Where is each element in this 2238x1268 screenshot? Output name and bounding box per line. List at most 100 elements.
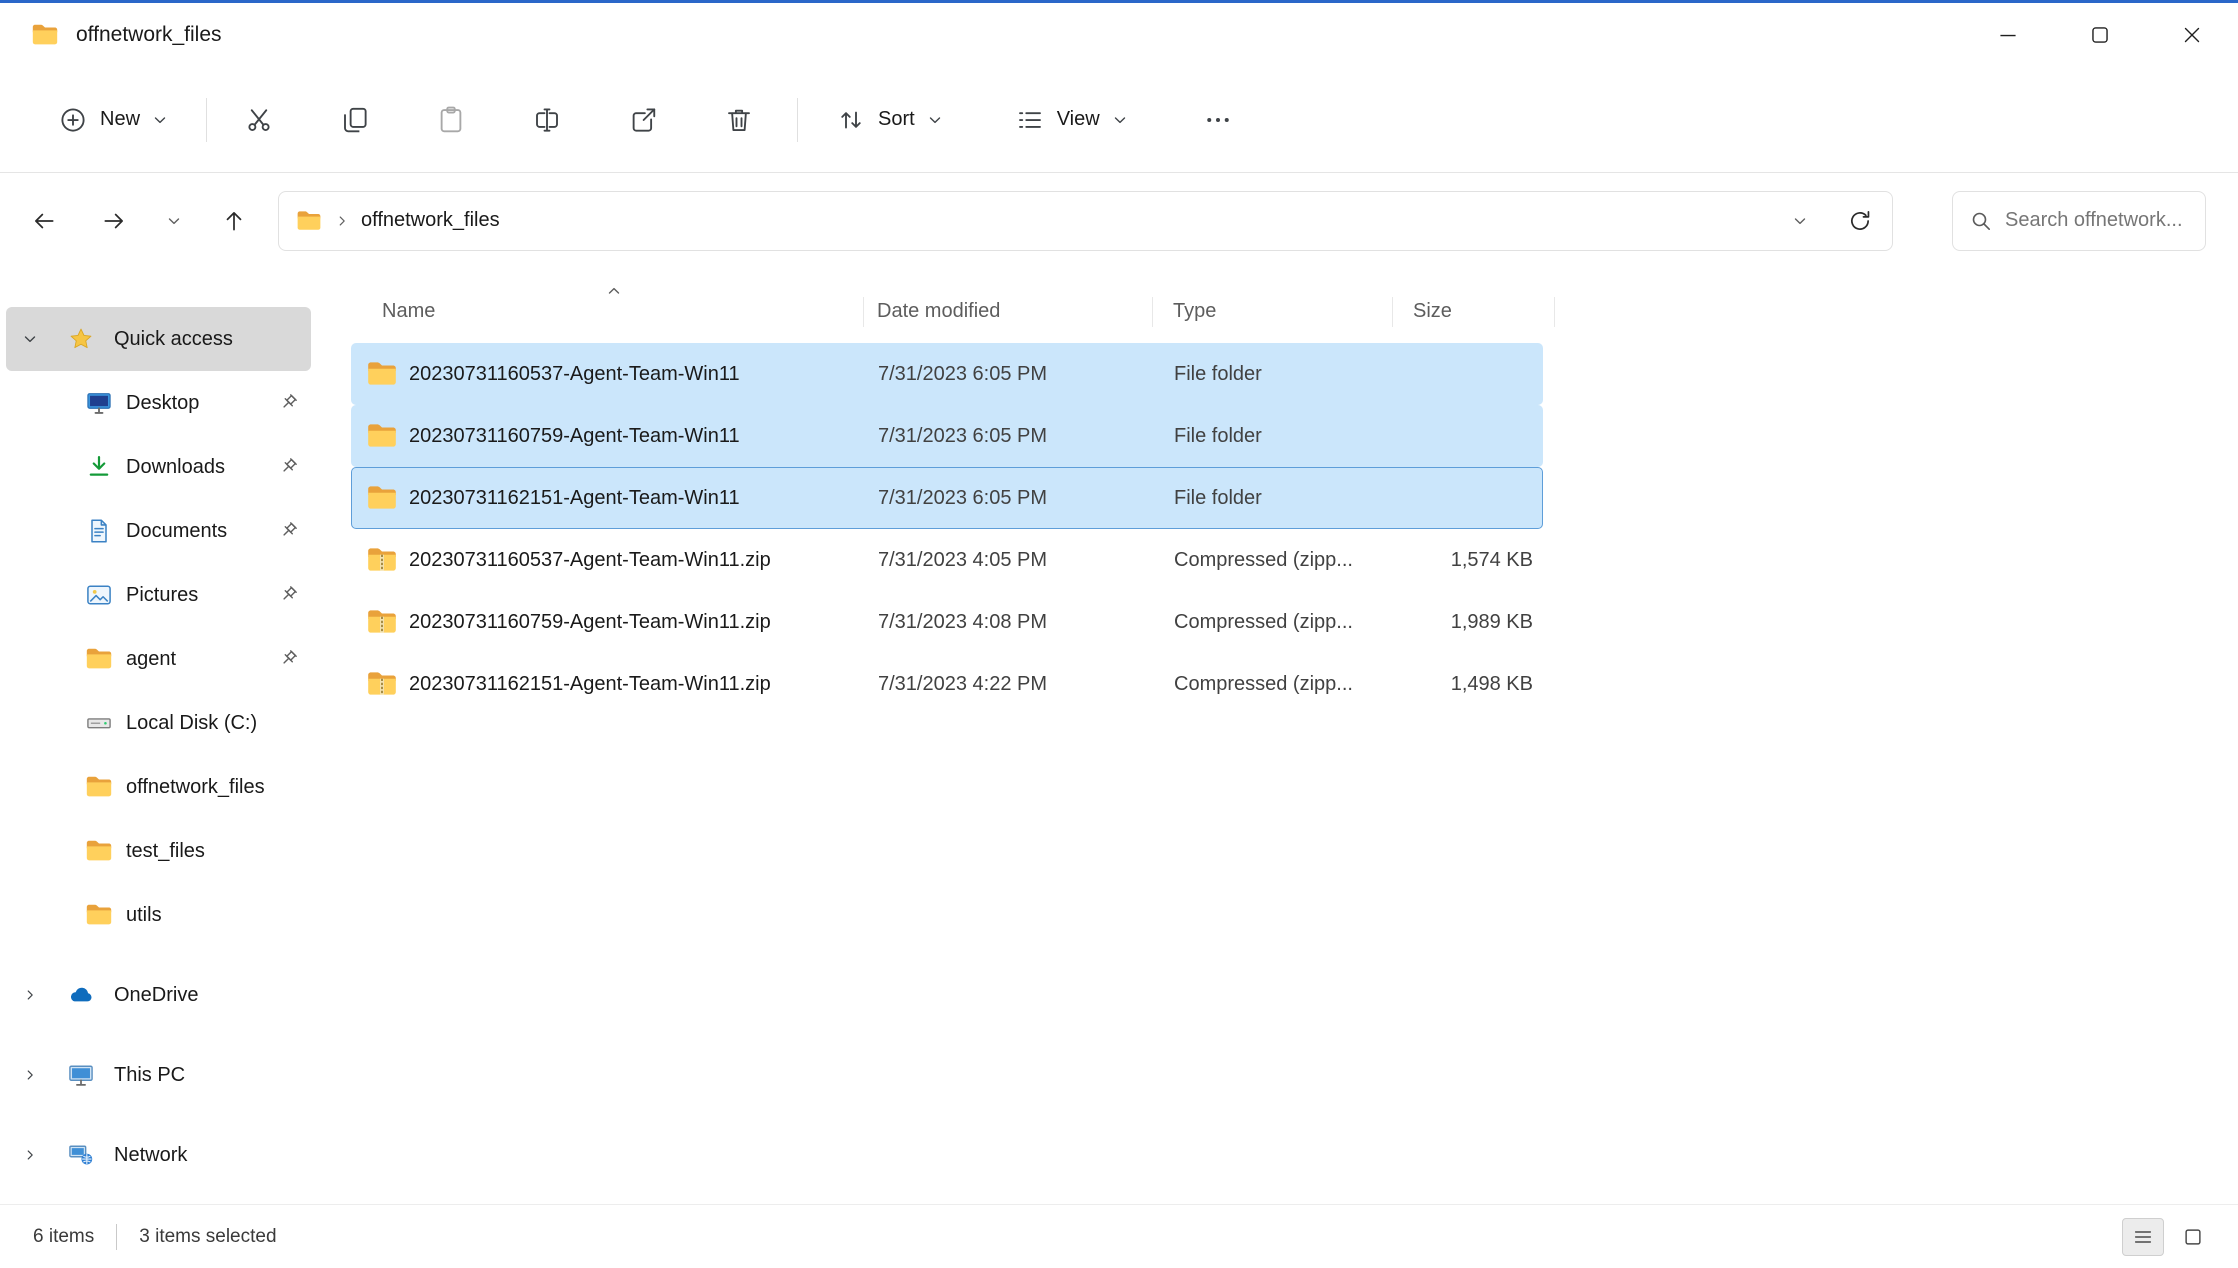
file-date: 7/31/2023 6:05 PM: [864, 425, 1153, 448]
large-icons-view-button[interactable]: [2172, 1218, 2214, 1256]
maximize-button[interactable]: [2054, 3, 2146, 67]
search-box[interactable]: [1952, 191, 2206, 251]
refresh-icon: [1847, 208, 1873, 234]
sidebar-item-label: test_files: [126, 840, 205, 863]
folder-icon: [365, 481, 399, 515]
sidebar-item-label: Local Disk (C:): [126, 712, 257, 735]
file-rows: 20230731160537-Agent-Team-Win11 7/31/202…: [317, 343, 2238, 715]
file-type: File folder: [1153, 487, 1393, 510]
cut-button[interactable]: [227, 90, 291, 150]
view-button-label: View: [1057, 108, 1100, 131]
chevron-right-icon[interactable]: [20, 1148, 40, 1162]
details-view-button[interactable]: [2122, 1218, 2164, 1256]
up-button[interactable]: [206, 193, 262, 249]
sidebar-item-test-files[interactable]: test_files: [6, 819, 311, 883]
file-date: 7/31/2023 4:22 PM: [864, 673, 1153, 696]
sort-button[interactable]: Sort: [818, 90, 961, 150]
titlebar: offnetwork_files: [0, 3, 2238, 67]
search-icon: [1969, 209, 1993, 233]
sidebar-item-label: Quick access: [114, 328, 233, 351]
file-list: Name Date modified Type Size 20230731160…: [317, 267, 2238, 1204]
search-input[interactable]: [2005, 209, 2193, 232]
file-type: Compressed (zipp...: [1153, 549, 1393, 572]
paste-button[interactable]: [419, 90, 483, 150]
sidebar-item-desktop[interactable]: Desktop: [6, 371, 311, 435]
new-button[interactable]: New: [40, 90, 186, 150]
rename-button[interactable]: [515, 90, 579, 150]
sidebar-item-agent[interactable]: agent: [6, 627, 311, 691]
file-row[interactable]: 20230731162151-Agent-Team-Win11 7/31/202…: [351, 467, 1543, 529]
column-header-type[interactable]: Type: [1152, 300, 1392, 323]
clipboard-tools: [227, 90, 771, 150]
column-header-name[interactable]: Name: [351, 300, 863, 323]
sidebar-item-pictures[interactable]: Pictures: [6, 563, 311, 627]
view-button[interactable]: View: [997, 90, 1146, 150]
sidebar-item-documents[interactable]: Documents: [6, 499, 311, 563]
new-plus-icon: [58, 105, 88, 135]
file-name: 20230731160537-Agent-Team-Win11: [409, 363, 740, 386]
sidebar-item-quick-access[interactable]: Quick access: [6, 307, 311, 371]
address-bar[interactable]: offnetwork_files: [278, 191, 1893, 251]
file-name: 20230731160759-Agent-Team-Win11: [409, 425, 740, 448]
file-type: File folder: [1153, 425, 1393, 448]
column-headers: Name Date modified Type Size: [317, 283, 2238, 340]
address-dropdown-button[interactable]: [1776, 197, 1824, 245]
folder-icon: [82, 836, 116, 866]
sidebar-item-network[interactable]: Network: [6, 1123, 311, 1187]
sidebar-item-offnetwork-files[interactable]: offnetwork_files: [6, 755, 311, 819]
file-row[interactable]: 20230731160759-Agent-Team-Win11 7/31/202…: [351, 405, 1543, 467]
column-divider[interactable]: [1554, 297, 1555, 327]
breadcrumb[interactable]: offnetwork_files: [361, 209, 500, 232]
chevron-down-icon[interactable]: [20, 331, 40, 347]
rename-icon: [532, 105, 562, 135]
more-options-button[interactable]: [1186, 90, 1250, 150]
file-name: 20230731160759-Agent-Team-Win11.zip: [409, 611, 771, 634]
chevron-right-icon[interactable]: [335, 214, 349, 228]
sidebar-item-label: offnetwork_files: [126, 776, 265, 799]
downloads-icon: [82, 453, 116, 481]
share-button[interactable]: [611, 90, 675, 150]
column-header-date-modified[interactable]: Date modified: [863, 300, 1152, 323]
sidebar-item-utils[interactable]: utils: [6, 883, 311, 947]
toolbar-separator: [206, 98, 207, 142]
forward-button[interactable]: [86, 193, 142, 249]
minimize-button[interactable]: [1962, 3, 2054, 67]
sidebar-item-label: Desktop: [126, 392, 199, 415]
chevron-right-icon[interactable]: [20, 1068, 40, 1082]
recent-locations-button[interactable]: [146, 193, 202, 249]
document-icon: [82, 517, 116, 545]
folder-icon: [82, 772, 116, 802]
file-row[interactable]: 20230731160759-Agent-Team-Win11.zip 7/31…: [351, 591, 1543, 653]
column-header-size[interactable]: Size: [1392, 300, 1554, 323]
chevron-down-icon: [166, 213, 182, 229]
back-button[interactable]: [16, 193, 72, 249]
this-pc-icon: [66, 1061, 96, 1089]
column-divider[interactable]: [1152, 297, 1153, 327]
copy-button[interactable]: [323, 90, 387, 150]
sort-icon: [836, 105, 866, 135]
delete-button[interactable]: [707, 90, 771, 150]
file-row[interactable]: 20230731160537-Agent-Team-Win11.zip 7/31…: [351, 529, 1543, 591]
folder-icon: [365, 357, 399, 391]
column-divider[interactable]: [863, 297, 864, 327]
folder-icon: [82, 900, 116, 930]
file-row[interactable]: 20230731160537-Agent-Team-Win11 7/31/202…: [351, 343, 1543, 405]
sidebar-item-onedrive[interactable]: OneDrive: [6, 963, 311, 1027]
sidebar-item-this-pc[interactable]: This PC: [6, 1043, 311, 1107]
chevron-down-icon: [1112, 112, 1128, 128]
sidebar-item-label: Downloads: [126, 456, 225, 479]
sidebar-item-label: agent: [126, 648, 176, 671]
refresh-button[interactable]: [1836, 197, 1884, 245]
navigation-pane: Quick access Desktop Downloads Documents…: [0, 267, 317, 1204]
pin-icon: [277, 648, 299, 670]
close-button[interactable]: [2146, 3, 2238, 67]
file-row[interactable]: 20230731162151-Agent-Team-Win11.zip 7/31…: [351, 653, 1543, 715]
file-name: 20230731162151-Agent-Team-Win11.zip: [409, 673, 771, 696]
file-date: 7/31/2023 6:05 PM: [864, 487, 1153, 510]
chevron-right-icon[interactable]: [20, 988, 40, 1002]
chevron-down-icon: [1792, 213, 1808, 229]
sidebar-item-downloads[interactable]: Downloads: [6, 435, 311, 499]
status-bar: 6 items 3 items selected: [0, 1204, 2238, 1268]
column-divider[interactable]: [1392, 297, 1393, 327]
sidebar-item-local-disk-c[interactable]: Local Disk (C:): [6, 691, 311, 755]
